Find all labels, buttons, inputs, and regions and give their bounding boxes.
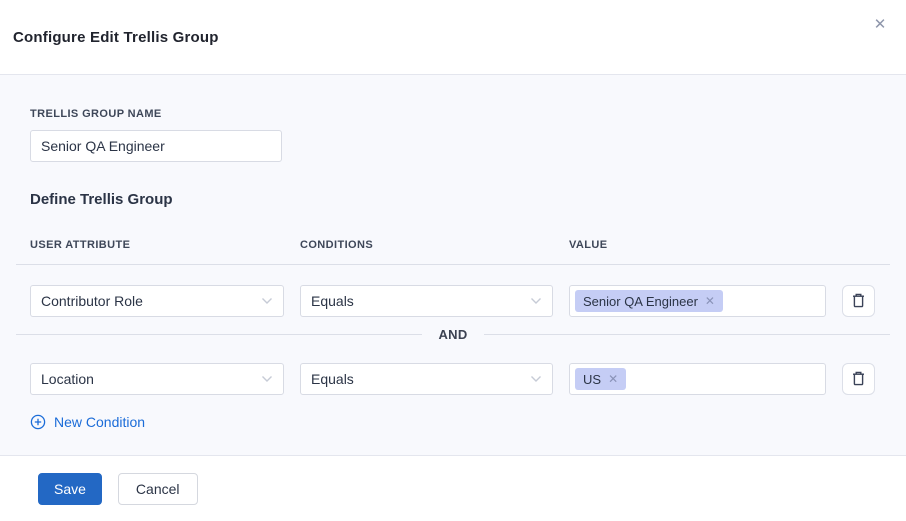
- and-operator-label: AND: [422, 327, 483, 342]
- value-tag-label: Senior QA Engineer: [583, 294, 698, 309]
- modal-header: Configure Edit Trellis Group ✕: [0, 0, 906, 75]
- trash-icon: [851, 292, 866, 311]
- configure-trellis-group-modal: Configure Edit Trellis Group ✕ TRELLIS G…: [0, 0, 906, 521]
- and-separator: AND: [16, 327, 890, 342]
- header-divider: [16, 264, 890, 265]
- define-trellis-group-heading: Define Trellis Group: [30, 191, 876, 208]
- close-button[interactable]: ✕: [869, 14, 891, 36]
- trellis-group-name-input[interactable]: [30, 130, 282, 162]
- chevron-down-icon: [261, 297, 273, 305]
- column-header-user-attribute: USER ATTRIBUTE: [30, 239, 284, 251]
- close-icon: ✕: [874, 16, 887, 33]
- divider: [16, 334, 422, 335]
- condition-select-value: Equals: [311, 371, 354, 387]
- condition-select-row1[interactable]: Equals: [300, 285, 553, 317]
- chevron-down-icon: [530, 375, 542, 383]
- value-input-row2[interactable]: US ✕: [569, 363, 826, 395]
- attribute-select-row1[interactable]: Contributor Role: [30, 285, 284, 317]
- new-condition-label: New Condition: [54, 414, 145, 430]
- attribute-select-row2[interactable]: Location: [30, 363, 284, 395]
- value-input-row1[interactable]: Senior QA Engineer ✕: [569, 285, 826, 317]
- delete-condition-button-row2[interactable]: [842, 363, 875, 395]
- condition-row: Contributor Role Equals Senior QA Engine…: [30, 285, 876, 317]
- modal-footer: Save Cancel: [0, 455, 906, 521]
- trellis-group-name-label: TRELLIS GROUP NAME: [30, 108, 876, 120]
- divider: [484, 334, 890, 335]
- modal-body: TRELLIS GROUP NAME Define Trellis Group …: [0, 75, 906, 455]
- trash-icon: [851, 370, 866, 389]
- chevron-down-icon: [530, 297, 542, 305]
- new-condition-link[interactable]: New Condition: [30, 414, 145, 430]
- attribute-select-value: Location: [41, 371, 94, 387]
- chevron-down-icon: [261, 375, 273, 383]
- attribute-select-value: Contributor Role: [41, 293, 143, 309]
- plus-circle-icon: [30, 414, 46, 430]
- save-button[interactable]: Save: [38, 473, 102, 505]
- modal-title: Configure Edit Trellis Group: [13, 29, 219, 46]
- remove-tag-icon[interactable]: ✕: [705, 294, 715, 308]
- cancel-button[interactable]: Cancel: [118, 473, 198, 505]
- condition-select-value: Equals: [311, 293, 354, 309]
- value-tag: Senior QA Engineer ✕: [575, 290, 723, 312]
- column-header-conditions: CONDITIONS: [300, 239, 553, 251]
- value-tag-label: US: [583, 372, 601, 387]
- value-tag: US ✕: [575, 368, 626, 390]
- column-header-value: VALUE: [569, 239, 826, 251]
- condition-row: Location Equals US ✕: [30, 363, 876, 395]
- condition-select-row2[interactable]: Equals: [300, 363, 553, 395]
- delete-condition-button-row1[interactable]: [842, 285, 875, 317]
- remove-tag-icon[interactable]: ✕: [608, 372, 618, 386]
- condition-column-headers: USER ATTRIBUTE CONDITIONS VALUE: [30, 239, 876, 251]
